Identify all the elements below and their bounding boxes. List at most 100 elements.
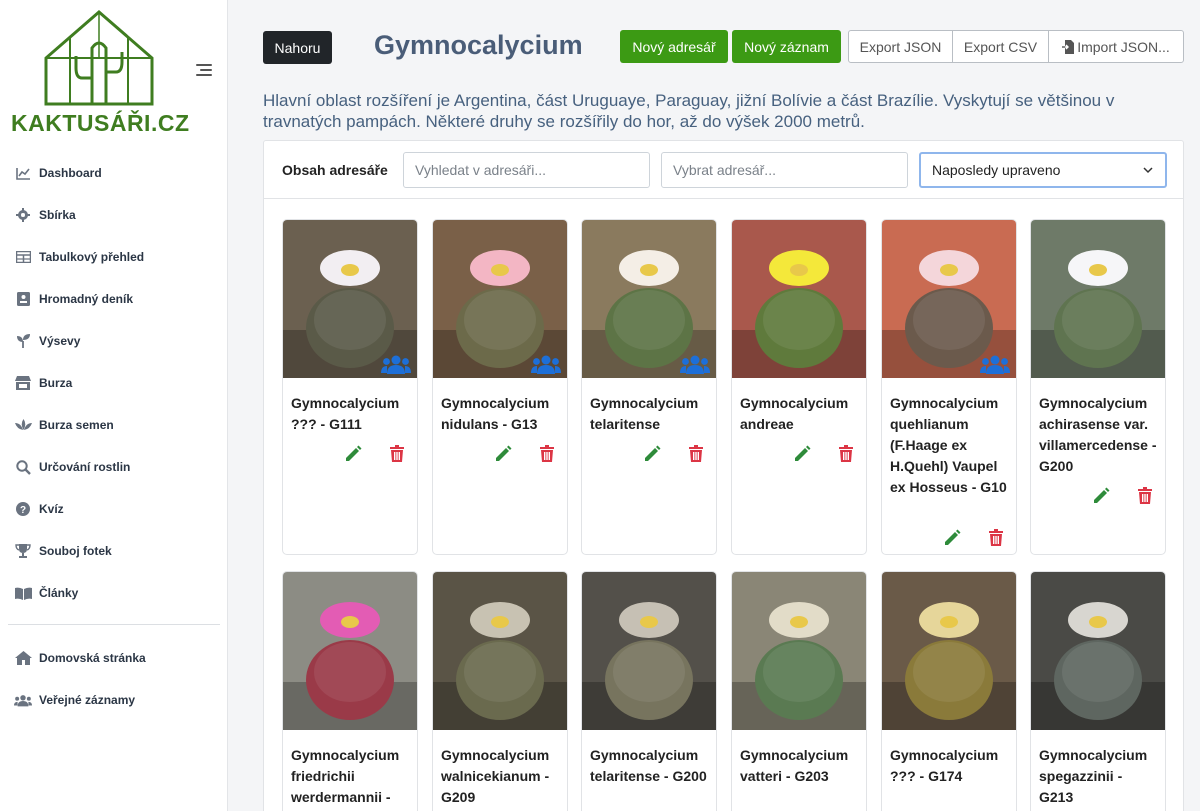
record-card[interactable]: Gymnocalycium andreae [731,219,867,555]
delete-trash-icon[interactable] [537,444,557,464]
record-name[interactable]: Gymnocalycium achirasense var. villamerc… [1031,383,1165,477]
sidebar-item-label: Dashboard [39,166,102,180]
record-card[interactable]: Gymnocalycium achirasense var. villamerc… [1030,219,1166,555]
record-actions [916,528,1006,550]
sidebar-item-public-records[interactable]: Veřejné záznamy [0,679,228,721]
sidebar-item-dashboard[interactable]: Dashboard [0,152,228,194]
sidebar-item-home[interactable]: Domovská stránka [0,637,228,679]
plant-photo[interactable] [433,572,567,730]
plant-photo[interactable] [1031,220,1165,378]
record-name[interactable]: Gymnocalycium vatteri - G203 [732,735,866,787]
record-card[interactable]: Gymnocalycium telaritense [581,219,717,555]
record-name[interactable]: Gymnocalycium ??? - G111 [283,383,417,435]
record-name[interactable]: Gymnocalycium quehlianum (F.Haage ex H.Q… [882,383,1016,498]
delete-trash-icon[interactable] [686,444,706,464]
sidebar-item-label: Hromadný deník [39,292,134,306]
edit-pencil-icon[interactable] [642,444,662,464]
image-icon [14,291,32,307]
plant-photo[interactable] [732,220,866,378]
new-record-button[interactable]: Nový záznam [732,30,841,63]
delete-trash-icon[interactable] [836,444,856,464]
shared-users-icon [381,354,411,374]
directory-description: Hlavní oblast rozšíření je Argentina, čá… [263,91,1115,131]
sidebar-item-collection[interactable]: Sbírka [0,194,228,236]
svg-text:?: ? [20,505,26,516]
sort-select[interactable]: Naposledy upraveno [919,152,1167,188]
sidebar-item-quiz[interactable]: ? Kvíz [0,488,228,530]
shared-users-icon [531,354,561,374]
brand-name[interactable]: KAKTUSÁŘI.CZ [11,110,190,137]
search-input[interactable]: Vyhledat v adresáři... [403,152,650,188]
sidebar-item-label: Články [39,586,79,600]
record-card[interactable]: Gymnocalycium nidulans - G13 [432,219,568,555]
record-card[interactable]: Gymnocalycium vatteri - G203 [731,571,867,811]
delete-trash-icon[interactable] [986,528,1006,548]
sidebar-item-seed-market[interactable]: Burza semen [0,404,228,446]
edit-pencil-icon[interactable] [942,528,962,548]
trophy-icon [14,543,32,559]
edit-pencil-icon[interactable] [792,444,812,464]
record-name[interactable]: Gymnocalycium telaritense - G200 [582,735,716,787]
plant-photo[interactable] [1031,572,1165,730]
shared-users-icon [980,354,1010,374]
record-card[interactable]: Gymnocalycium quehlianum (F.Haage ex H.Q… [881,219,1017,555]
page-title: Gymnocalycium [374,30,583,60]
export-json-button[interactable]: Export JSON [848,30,953,63]
record-actions [1065,486,1155,508]
import-json-button[interactable]: Import JSON... [1048,30,1184,63]
sidebar: KAKTUSÁŘI.CZ Dashboard Sbírka Tabulkový … [0,0,228,811]
record-name[interactable]: Gymnocalycium nidulans - G13 [433,383,567,435]
directory-select[interactable]: Vybrat adresář... [661,152,908,188]
import-json-label: Import JSON... [1077,38,1170,55]
record-actions [467,444,557,466]
record-card[interactable]: Gymnocalycium telaritense - G200 [581,571,717,811]
back-up-button[interactable]: Nahoru [263,31,332,64]
sidebar-divider [8,624,220,625]
sidebar-item-photo-battle[interactable]: Souboj fotek [0,530,228,572]
sidebar-item-market[interactable]: Burza [0,362,228,404]
record-name[interactable]: Gymnocalycium friedrichii werdermannii -… [283,735,417,811]
record-name[interactable]: Gymnocalycium telaritense [582,383,716,435]
sidebar-item-sowings[interactable]: Výsevy [0,320,228,362]
menu-toggle-icon[interactable] [196,64,212,80]
chevron-down-icon [1143,167,1153,174]
sidebar-item-articles[interactable]: Články [0,572,228,614]
record-card[interactable]: Gymnocalycium ??? - G111 [282,219,418,555]
record-name[interactable]: Gymnocalycium walnicekianum - G209 [433,735,567,808]
record-card[interactable]: Gymnocalycium walnicekianum - G209 [432,571,568,811]
edit-pencil-icon[interactable] [1091,486,1111,506]
edit-pencil-icon[interactable] [493,444,513,464]
sidebar-item-label: Určování rostlin [39,460,131,474]
search-icon [14,459,32,475]
plant-photo[interactable] [582,572,716,730]
home-icon [14,650,32,666]
new-directory-button[interactable]: Nový adresář [620,30,728,63]
record-card[interactable]: Gymnocalycium friedrichii werdermannii -… [282,571,418,811]
plant-photo[interactable] [882,572,1016,730]
cog-icon [14,207,32,223]
edit-pencil-icon[interactable] [343,444,363,464]
sidebar-item-label: Kvíz [39,502,64,516]
delete-trash-icon[interactable] [387,444,407,464]
sidebar-item-label: Burza semen [39,418,114,432]
record-name[interactable]: Gymnocalycium spegazzinii - G213 [1031,735,1165,808]
sort-select-value: Naposledy upraveno [932,162,1061,178]
main-content: Nahoru Gymnocalycium Nový adresář Nový z… [228,0,1200,811]
record-actions [317,444,407,466]
sidebar-item-bulk-diary[interactable]: Hromadný deník [0,278,228,320]
record-card[interactable]: Gymnocalycium spegazzinii - G213 [1030,571,1166,811]
delete-trash-icon[interactable] [1135,486,1155,506]
plant-photo[interactable] [732,572,866,730]
chart-icon [14,165,32,181]
sidebar-item-plant-identification[interactable]: Určování rostlin [0,446,228,488]
record-name[interactable]: Gymnocalycium andreae [732,383,866,435]
record-name[interactable]: Gymnocalycium ??? - G174 [882,735,1016,787]
sidebar-nav: Dashboard Sbírka Tabulkový přehled Hroma… [0,152,228,721]
plant-photo[interactable] [283,572,417,730]
seedling-icon [14,333,32,349]
record-card[interactable]: Gymnocalycium ??? - G174 [881,571,1017,811]
sidebar-item-table-view[interactable]: Tabulkový přehled [0,236,228,278]
directory-content-panel: Obsah adresáře Vyhledat v adresáři... Vy… [263,140,1184,811]
export-csv-button[interactable]: Export CSV [952,30,1049,63]
users-icon [14,692,32,708]
